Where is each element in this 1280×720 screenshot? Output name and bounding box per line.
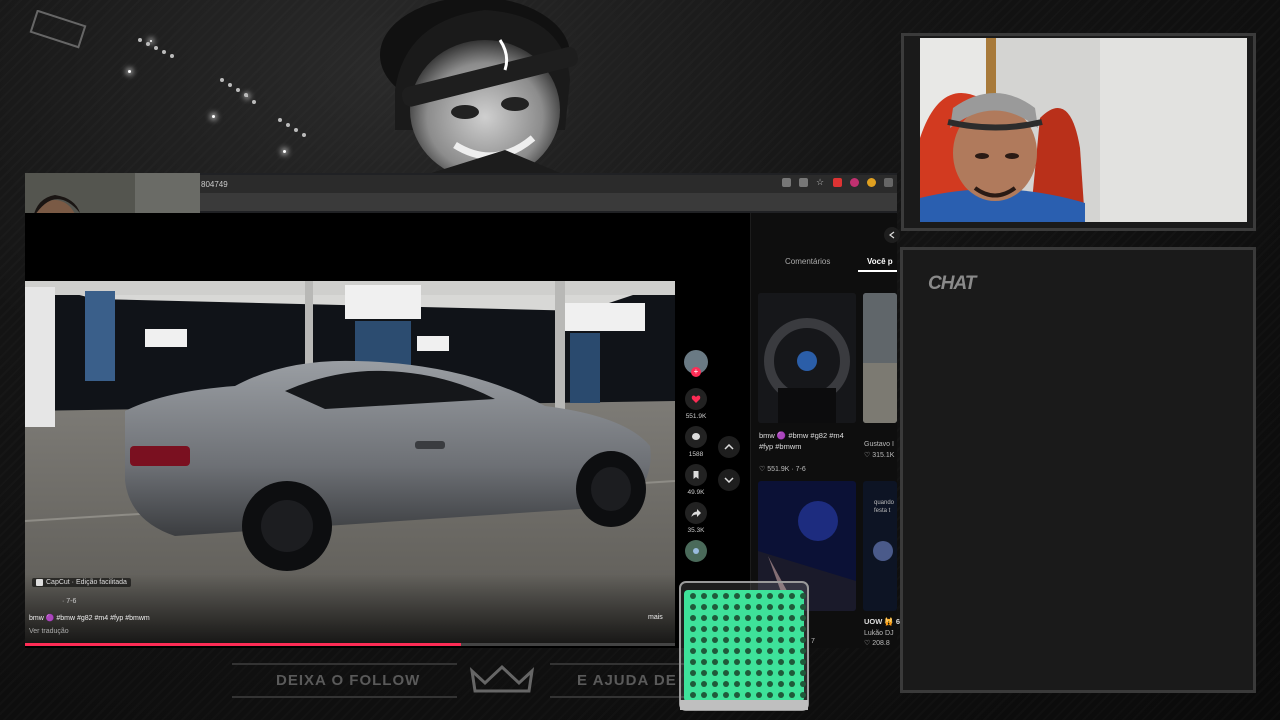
chevron-down-icon	[724, 477, 734, 483]
save-action[interactable]: 49.9K	[682, 464, 710, 496]
comment-action[interactable]: 1588	[682, 426, 710, 458]
previous-video-button[interactable]	[718, 436, 740, 458]
bookmark-star-icon[interactable]: ☆	[816, 178, 825, 187]
bookmark-icon	[693, 471, 699, 479]
extension-red-icon[interactable]	[833, 178, 842, 187]
comment-count: 1588	[688, 451, 704, 458]
chat-title: CHAT	[928, 273, 976, 294]
related-video-2-author[interactable]: Gustavo I	[864, 439, 894, 450]
video-date: · 7-6	[62, 598, 77, 605]
active-tab-indicator	[858, 270, 897, 272]
extension-color-icon[interactable]	[867, 178, 876, 187]
related-video-1-stats: ♡ 551.9K · 7-6	[759, 466, 806, 473]
follow-plus-icon[interactable]: +	[691, 367, 701, 377]
close-sidebar-button[interactable]	[884, 227, 900, 243]
capcut-badge[interactable]: CapCut · Edição facilitada	[32, 578, 131, 587]
browser-window-chrome: 804749 ☆	[200, 173, 897, 213]
like-count: 551.9K	[685, 413, 707, 420]
cast-icon[interactable]	[799, 178, 808, 187]
steering-wheel-image	[758, 293, 856, 423]
like-action[interactable]: 551.9K	[682, 388, 710, 420]
chat-panel	[900, 247, 1256, 693]
tab-for-you[interactable]: Você p	[867, 257, 893, 266]
related-video-4-title[interactable]: UOW 🙀 6	[864, 616, 900, 627]
url-text: 804749	[201, 179, 228, 189]
extension-pink-icon[interactable]	[850, 178, 859, 187]
related-video-thumb-2[interactable]	[863, 293, 897, 423]
video-progress-bar[interactable]	[25, 643, 675, 646]
see-translation-link[interactable]: Ver tradução	[29, 628, 69, 635]
logo-stamp-icon	[29, 10, 87, 49]
stream-overlay: 804749 ☆ CapCut · Edição facilitada · 7-…	[0, 0, 1280, 720]
sound-disc[interactable]	[682, 540, 710, 562]
share-action[interactable]: 35.3K	[682, 502, 710, 534]
streamer-artwork	[355, 0, 605, 175]
related-video-4-stats: ♡ 208.8	[864, 640, 890, 647]
dot-pattern-decoration	[138, 38, 306, 137]
video-description: bmw 🟣 #bmw #g82 #m4 #fyp #bmwm	[29, 615, 150, 622]
webcam-feed	[920, 38, 1247, 222]
banner-right-text: E AJUDA DE	[577, 672, 677, 689]
save-count: 49.9K	[687, 489, 705, 496]
tab-comments[interactable]: Comentários	[785, 257, 830, 266]
related-video-1-title[interactable]: bmw 🟣 #bmw #g82 #m4 #fyp #bmwm	[759, 430, 857, 452]
banner-left-text: DEIXA O FOLLOW	[276, 672, 421, 689]
creator-avatar[interactable]: +	[684, 350, 708, 377]
translate-icon[interactable]	[782, 178, 791, 187]
capcut-badge-label: CapCut · Edição facilitada	[46, 579, 127, 586]
related-video-3-title[interactable]: 7	[811, 636, 815, 647]
donation-jar-icon	[679, 581, 809, 711]
browser-toolbar: ☆	[782, 178, 893, 187]
chevron-left-icon	[889, 231, 895, 239]
more-button[interactable]: mais	[648, 614, 663, 621]
heart-icon	[691, 395, 701, 403]
next-video-button[interactable]	[718, 469, 740, 491]
related-video-4-overlay-text: quando festa t	[874, 500, 895, 514]
chevron-up-icon	[724, 444, 734, 450]
related-video-thumb-1[interactable]	[758, 293, 856, 423]
video-actions: + 551.9K 1588 49.9K 35.3K	[682, 350, 710, 568]
comment-icon	[692, 433, 700, 440]
street-image	[863, 293, 897, 423]
share-count: 35.3K	[687, 527, 705, 534]
video-progress-fill	[25, 643, 461, 646]
extensions-puzzle-icon[interactable]	[884, 178, 893, 187]
related-video-2-stats: ♡ 315.1K	[864, 452, 895, 459]
music-disc-icon	[693, 548, 699, 554]
capcut-icon	[36, 579, 43, 586]
browser-subbar	[200, 193, 897, 211]
main-webcam	[920, 38, 1247, 222]
share-arrow-icon	[691, 509, 701, 517]
